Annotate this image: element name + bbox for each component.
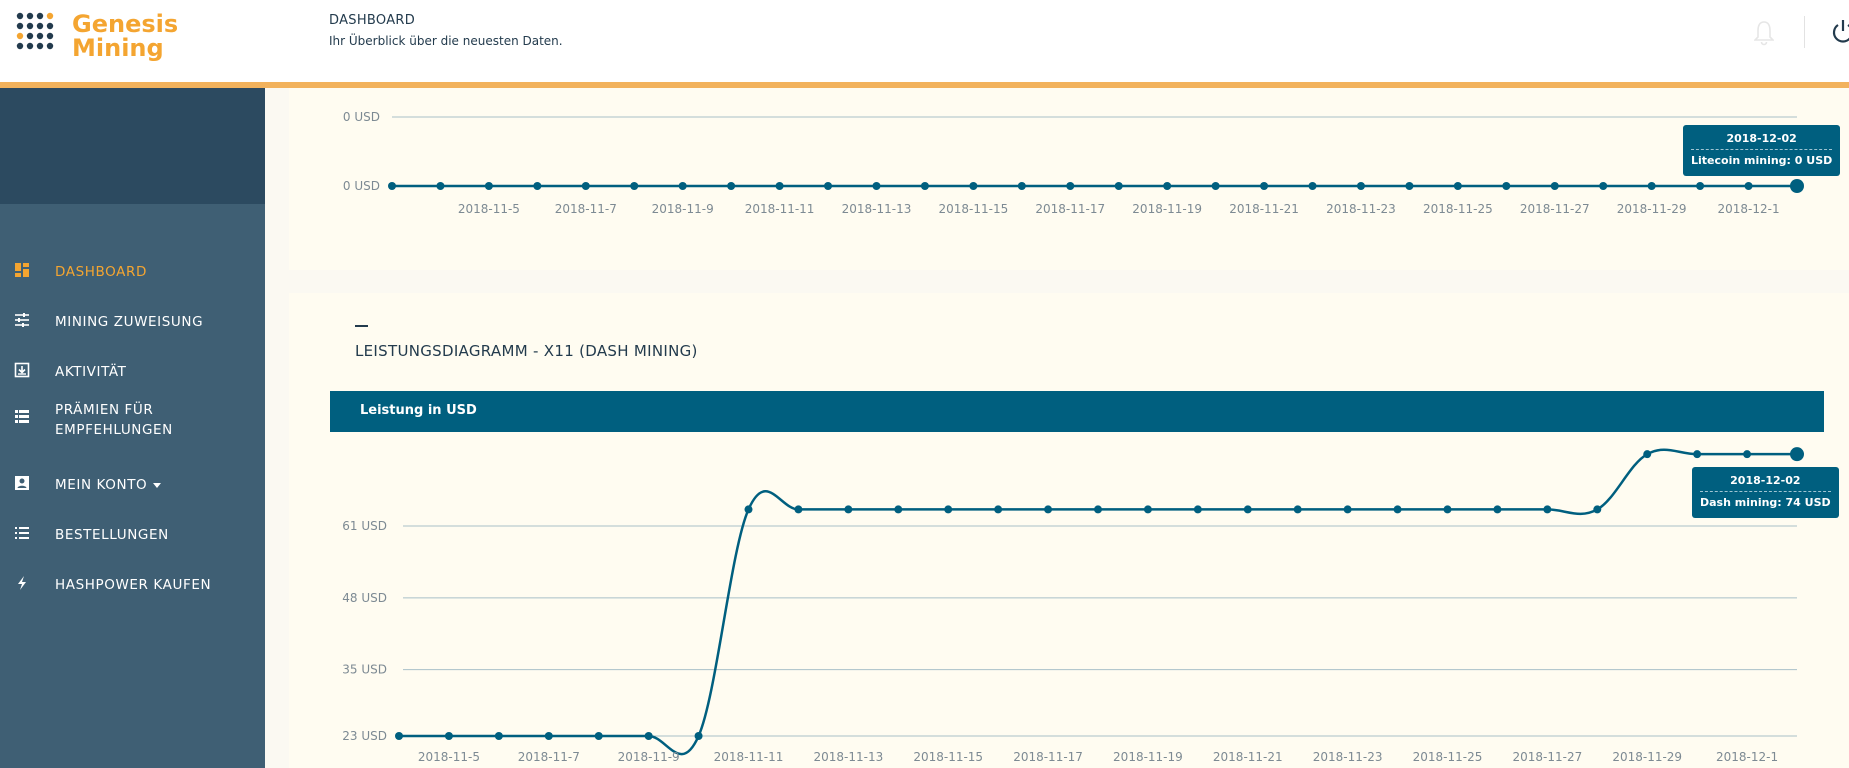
dash-chart-title: LEISTUNGSDIAGRAMM - X11 (DASH MINING): [355, 342, 698, 360]
sidebar-item-bestellungen[interactable]: BESTELLUNGEN: [0, 513, 265, 553]
caret-down-icon: [153, 482, 162, 488]
power-icon[interactable]: [1832, 16, 1849, 46]
logo-line-2: Mining: [72, 34, 164, 62]
logo-text: Genesis Mining: [72, 12, 178, 60]
dash-chart-card: [289, 293, 1849, 768]
sidebar-item-dashboard[interactable]: DASHBOARD: [0, 250, 265, 290]
sidebar-item-aktivitaet[interactable]: AKTIVITÄT: [0, 350, 265, 390]
sidebar-item-label: MINING ZUWEISUNG: [55, 314, 204, 330]
sidebar-item-hashpower-kaufen[interactable]: HASHPOWER KAUFEN: [0, 563, 265, 603]
sidebar-item-mein-konto[interactable]: MEIN KONTO: [0, 463, 265, 503]
bell-icon[interactable]: [1754, 20, 1774, 46]
bolt-icon: [18, 576, 26, 590]
sidebar-item-label: AKTIVITÄT: [55, 364, 127, 380]
top-header: Genesis Mining DASHBOARD Ihr Überblick ü…: [0, 0, 1849, 82]
logo-line-1: Genesis: [72, 10, 179, 38]
tooltip-text: Litecoin mining: 0 USD: [1691, 154, 1833, 167]
card-title-dash: [355, 325, 368, 327]
sidebar-item-praemien[interactable]: PRÄMIEN FÜR EMPFEHLUNGEN: [0, 400, 265, 452]
list-icon: [15, 410, 29, 423]
account-box-icon: [15, 476, 29, 490]
genesis-mining-logo[interactable]: Genesis Mining: [16, 12, 178, 60]
sidebar-item-label: DASHBOARD: [55, 264, 147, 280]
page-subtitle: Ihr Überblick über die neuesten Daten.: [329, 34, 563, 48]
sidebar-profile-area: [0, 88, 265, 204]
sidebar-item-label: BESTELLUNGEN: [55, 527, 169, 543]
dash-chart-header-label: Leistung in USD: [360, 403, 477, 418]
dashboard-icon: [15, 263, 29, 277]
sidebar: DASHBOARD MINING ZUWEISUNG AKTIVITÄT PRÄ…: [0, 88, 265, 768]
litecoin-chart-card: [289, 88, 1849, 270]
sliders-icon: [15, 313, 29, 327]
tooltip-text: Dash mining: 74 USD: [1700, 496, 1831, 509]
tooltip-date: 2018-12-02: [1700, 473, 1831, 492]
mein-konto-label: MEIN KONTO: [55, 477, 148, 493]
sidebar-item-label: PRÄMIEN FÜR EMPFEHLUNGEN: [55, 402, 173, 438]
sidebar-item-mining-zuweisung[interactable]: MINING ZUWEISUNG: [0, 300, 265, 340]
download-box-icon: [14, 362, 30, 378]
tooltip-date: 2018-12-02: [1691, 131, 1833, 150]
litecoin-tooltip: 2018-12-02 Litecoin mining: 0 USD: [1683, 125, 1841, 176]
dash-tooltip: 2018-12-02 Dash mining: 74 USD: [1692, 467, 1839, 518]
logo-dots-icon: [16, 12, 54, 50]
sidebar-item-label: HASHPOWER KAUFEN: [55, 577, 212, 593]
list-icon: [15, 527, 29, 539]
page-title: DASHBOARD: [329, 13, 416, 28]
sidebar-item-label: MEIN KONTO: [55, 475, 162, 495]
dash-chart-header: Leistung in USD: [330, 391, 1824, 432]
header-divider: [1804, 16, 1805, 48]
